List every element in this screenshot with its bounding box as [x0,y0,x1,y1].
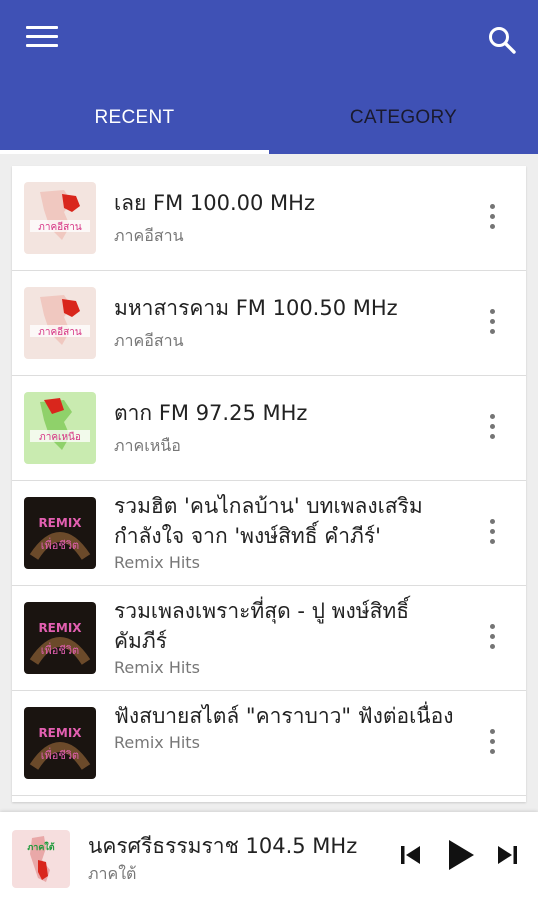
tab-category[interactable]: CATEGORY [269,96,538,150]
station-category: Remix Hits [114,658,200,677]
station-title: ตาก FM 97.25 MHz [114,401,308,425]
list-item[interactable]: ภาคอีสาน เลย FM 100.00 MHz ภาคอีสาน [12,166,526,271]
svg-text:REMIX: REMIX [38,726,82,740]
more-vert-icon[interactable] [488,624,496,654]
svg-text:ภาคอีสาน: ภาคอีสาน [38,221,82,233]
list-item[interactable]: ภาคอีสาน มหาสารคาม FM 100.50 MHz ภาคอีสา… [12,271,526,376]
svg-text:ภาคเหนือ: ภาคเหนือ [39,431,81,443]
station-title: ฟังสบายสไตล์ "คาราบาว" ฟังต่อเนื่อง [114,704,454,728]
search-icon[interactable] [486,24,518,56]
station-logo: ภาคเหนือ [24,392,96,464]
now-playing-region: ภาคใต้ [88,864,137,883]
svg-text:REMIX: REMIX [38,516,82,530]
list-item[interactable]: REMIX เพื่อชีวิต รวมเพลงเพราะที่สุด - ปู… [12,586,526,691]
svg-text:REMIX: REMIX [38,621,82,635]
skip-next-icon[interactable] [494,842,520,868]
now-playing-title: นครศรีธรรมราช 104.5 MHz [88,834,358,858]
station-logo: ภาคอีสาน [24,182,96,254]
station-title: มหาสารคาม FM 100.50 MHz [114,296,398,320]
more-vert-icon[interactable] [488,414,496,444]
svg-text:เพื่อชีวิต: เพื่อชีวิต [41,747,79,762]
app-bar: RECENT CATEGORY [0,0,538,154]
station-category: Remix Hits [114,553,200,572]
remix-logo: REMIX เพื่อชีวิต [24,707,96,779]
list-item[interactable]: REMIX เพื่อชีวิต ฟังสบายสไตล์ "คาราบาว" … [12,691,526,796]
station-title: รวมฮิต 'คนไกลบ้าน' บทเพลงเสริมกำลังใจ จา… [114,494,423,548]
tab-bar: RECENT CATEGORY [0,96,538,154]
remix-logo: REMIX เพื่อชีวิต [24,602,96,674]
now-playing-bar[interactable]: ภาคใต้ นครศรีธรรมราช 104.5 MHz ภาคใต้ [0,812,538,900]
more-vert-icon[interactable] [488,729,496,759]
station-region: ภาคอีสาน [114,226,184,245]
station-category: Remix Hits [114,733,200,752]
play-icon[interactable] [446,838,476,872]
tab-recent[interactable]: RECENT [0,96,269,150]
svg-text:ภาคอีสาน: ภาคอีสาน [38,326,82,338]
station-title: รวมเพลงเพราะที่สุด - ปู พงษ์สิทธิ์ คัมภี… [114,599,410,653]
skip-previous-icon[interactable] [398,842,424,868]
svg-text:ภาคใต้: ภาคใต้ [27,841,54,853]
station-logo: ภาคใต้ [12,830,70,888]
station-region: ภาคเหนือ [114,436,181,455]
svg-text:เพื่อชีวิต: เพื่อชีวิต [41,642,79,657]
more-vert-icon[interactable] [488,309,496,339]
recent-list: ภาคอีสาน เลย FM 100.00 MHz ภาคอีสาน ภาคอ… [12,166,526,802]
list-item[interactable]: REMIX เพื่อชีวิต รวมฮิต 'คนไกลบ้าน' บทเพ… [12,481,526,586]
tab-indicator [0,150,269,154]
more-vert-icon[interactable] [488,519,496,549]
station-title: เลย FM 100.00 MHz [114,191,315,215]
station-region: ภาคอีสาน [114,331,184,350]
svg-text:เพื่อชีวิต: เพื่อชีวิต [41,537,79,552]
menu-icon[interactable] [26,26,58,52]
station-logo: ภาคอีสาน [24,287,96,359]
list-item[interactable]: ภาคเหนือ ตาก FM 97.25 MHz ภาคเหนือ [12,376,526,481]
more-vert-icon[interactable] [488,204,496,234]
remix-logo: REMIX เพื่อชีวิต [24,497,96,569]
